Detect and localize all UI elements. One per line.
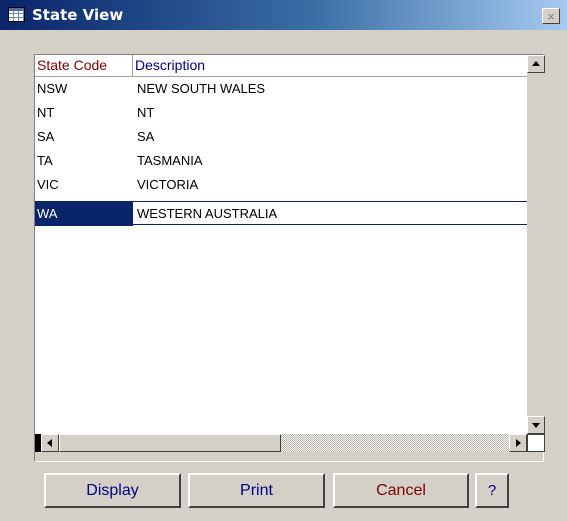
grid-header: State Code Description xyxy=(35,55,527,77)
arrow-right-icon xyxy=(516,439,521,447)
description-cell: TASMANIA xyxy=(137,153,203,168)
table-row[interactable]: TA TASMANIA xyxy=(35,149,527,173)
display-button[interactable]: Display xyxy=(44,473,181,508)
state-code-cell: TA xyxy=(37,153,53,168)
column-header-state-code[interactable]: State Code xyxy=(35,55,133,76)
close-button[interactable]: × xyxy=(542,8,560,24)
arrow-up-icon xyxy=(532,61,540,66)
column-header-description[interactable]: Description xyxy=(133,55,527,76)
scroll-left-button[interactable] xyxy=(41,434,59,452)
description-cell: NEW SOUTH WALES xyxy=(137,81,266,96)
scroll-right-button[interactable] xyxy=(509,434,527,452)
table-row-selected[interactable]: WA WESTERN AUSTRALIA xyxy=(35,201,527,226)
print-button[interactable]: Print xyxy=(188,473,325,508)
title-bar: State View × xyxy=(0,0,567,30)
arrow-down-icon xyxy=(532,423,540,428)
state-code-cell: NT xyxy=(37,105,55,120)
state-code-cell: WA xyxy=(35,202,133,226)
arrow-left-icon xyxy=(47,439,52,447)
description-cell: SA xyxy=(137,129,155,144)
scrollbar-corner xyxy=(527,434,545,452)
state-code-cell: NSW xyxy=(37,81,68,96)
table-icon xyxy=(8,7,25,22)
scroll-up-button[interactable] xyxy=(527,55,545,73)
horizontal-scroll-track[interactable] xyxy=(281,434,509,452)
help-button[interactable]: ? xyxy=(475,473,509,508)
state-grid-panel: State Code Description NSW NEW SOUTH WAL… xyxy=(34,54,545,462)
vertical-scroll-track[interactable] xyxy=(527,73,545,416)
table-row[interactable]: NT NT xyxy=(35,101,527,125)
description-cell: VICTORIA xyxy=(137,177,199,192)
table-row[interactable]: SA SA xyxy=(35,125,527,149)
table-row[interactable]: NSW NEW SOUTH WALES xyxy=(35,77,527,101)
state-code-cell: SA xyxy=(37,129,55,144)
state-code-cell: VIC xyxy=(37,177,59,192)
state-grid[interactable]: State Code Description NSW NEW SOUTH WAL… xyxy=(35,55,527,434)
table-row[interactable]: VIC VICTORIA xyxy=(35,173,527,197)
description-cell: NT xyxy=(137,105,155,120)
horizontal-scroll-thumb[interactable] xyxy=(59,434,281,452)
window-title: State View xyxy=(32,6,124,24)
close-icon: × xyxy=(547,8,555,24)
cancel-button[interactable]: Cancel xyxy=(333,473,469,508)
horizontal-scrollbar[interactable] xyxy=(35,434,527,452)
vertical-scrollbar[interactable] xyxy=(527,55,545,434)
scroll-down-button[interactable] xyxy=(527,416,545,434)
description-cell: WESTERN AUSTRALIA xyxy=(137,206,278,221)
